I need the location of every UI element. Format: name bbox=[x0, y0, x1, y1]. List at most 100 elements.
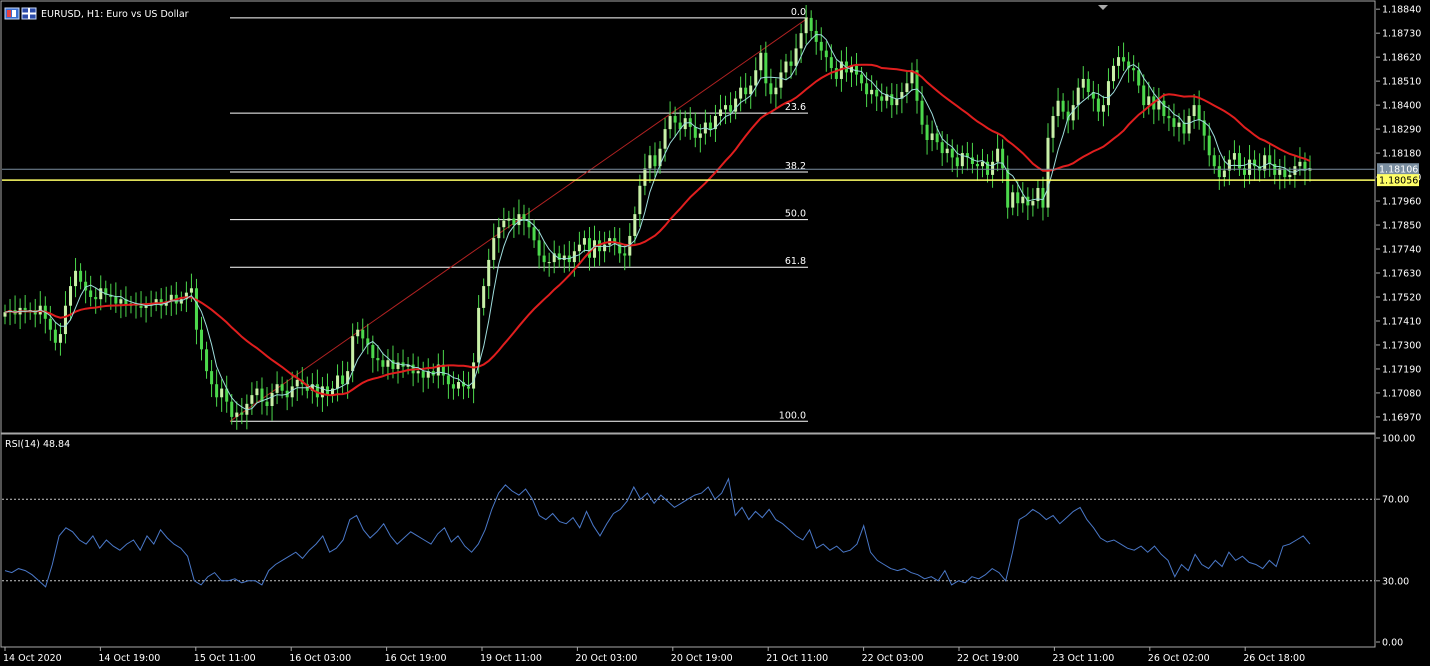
candle-body bbox=[829, 57, 833, 69]
candle-body bbox=[789, 61, 793, 66]
candle-body bbox=[668, 116, 672, 130]
candle-body bbox=[99, 288, 103, 300]
candle-body bbox=[991, 161, 995, 175]
chart-background bbox=[0, 0, 1430, 666]
candle-body bbox=[1298, 161, 1302, 167]
rsi-tick-label: 70.00 bbox=[1382, 495, 1409, 506]
candle-body bbox=[1182, 122, 1186, 134]
candle-body bbox=[980, 161, 985, 167]
time-tick-label: 21 Oct 11:00 bbox=[766, 653, 828, 664]
candle-body bbox=[794, 48, 798, 66]
candle-body bbox=[673, 116, 677, 123]
candle-body bbox=[341, 375, 345, 385]
candle-body bbox=[1187, 116, 1191, 134]
candle-body bbox=[386, 360, 390, 367]
fib-level-label: 38.2 bbox=[785, 161, 806, 172]
time-tick-label: 20 Oct 19:00 bbox=[671, 653, 733, 664]
candle-body bbox=[1167, 116, 1171, 119]
candle-body bbox=[905, 83, 909, 93]
candle-body bbox=[774, 87, 778, 95]
candle-body bbox=[663, 129, 667, 149]
candle-body bbox=[240, 412, 244, 415]
candle-body bbox=[89, 290, 93, 297]
candle-body bbox=[199, 329, 204, 350]
candle-body bbox=[497, 227, 501, 239]
price-tick-label: 1.17080 bbox=[1382, 388, 1421, 399]
candle-body bbox=[718, 109, 722, 117]
candle-body bbox=[1172, 118, 1176, 127]
fib-level-label: 50.0 bbox=[785, 209, 806, 220]
candle-body bbox=[638, 185, 642, 215]
candle-body bbox=[1207, 135, 1211, 156]
candle-body bbox=[235, 412, 239, 417]
candle-body bbox=[1162, 100, 1166, 117]
candle-body bbox=[744, 87, 748, 95]
candle-body bbox=[925, 124, 929, 141]
price-tick-label: 1.17740 bbox=[1382, 245, 1421, 256]
candle-body bbox=[648, 155, 652, 169]
candle-body bbox=[1147, 96, 1151, 106]
candle-body bbox=[58, 334, 62, 343]
candle-body bbox=[230, 401, 234, 417]
candle-body bbox=[729, 105, 733, 112]
candle-body bbox=[270, 392, 274, 407]
candle-body bbox=[1096, 98, 1100, 112]
time-tick-label: 20 Oct 03:00 bbox=[575, 653, 637, 664]
candle-body bbox=[1122, 57, 1126, 62]
price-tick-label: 1.18400 bbox=[1382, 101, 1421, 112]
candle-body bbox=[804, 17, 808, 34]
time-tick-label: 26 Oct 18:00 bbox=[1243, 653, 1305, 664]
candle-body bbox=[265, 401, 269, 407]
candle-body bbox=[68, 286, 73, 306]
rsi-tick-label: 100.00 bbox=[1382, 434, 1415, 445]
candle-body bbox=[724, 105, 728, 110]
candle-body bbox=[467, 386, 471, 389]
candle-body bbox=[371, 344, 375, 359]
candle-body bbox=[1232, 153, 1236, 160]
candle-body bbox=[94, 296, 98, 300]
candle-body bbox=[935, 133, 939, 143]
candle-body bbox=[587, 238, 591, 258]
candle-body bbox=[48, 318, 52, 330]
candle-body bbox=[759, 52, 763, 71]
candle-body bbox=[1021, 196, 1025, 204]
rsi-title: RSI(14) 48.84 bbox=[5, 439, 70, 450]
candle-body bbox=[860, 74, 864, 84]
time-tick-label: 16 Oct 03:00 bbox=[289, 653, 351, 664]
candle-body bbox=[577, 244, 581, 252]
candle-body bbox=[53, 329, 57, 343]
candle-body bbox=[351, 336, 355, 372]
candle-body bbox=[290, 386, 294, 398]
candle-body bbox=[809, 17, 813, 31]
candle-body bbox=[1081, 78, 1085, 88]
candle-body bbox=[1177, 122, 1181, 127]
chart-window-icon[interactable] bbox=[4, 7, 20, 20]
candle-body bbox=[1056, 100, 1060, 117]
price-tick-label: 1.18180 bbox=[1382, 149, 1421, 160]
candle-body bbox=[955, 157, 959, 167]
symbol-header: EURUSD, H1: Euro vs US Dollar bbox=[4, 7, 189, 20]
price-tick-label: 1.16970 bbox=[1382, 412, 1421, 423]
candle-body bbox=[880, 96, 884, 101]
candle-body bbox=[114, 296, 118, 304]
candle-body bbox=[210, 371, 214, 385]
price-tick-label: 1.17630 bbox=[1382, 269, 1421, 280]
candle-body bbox=[547, 262, 551, 264]
candle-body bbox=[819, 41, 823, 51]
candle-body bbox=[421, 371, 425, 378]
candle-body bbox=[1076, 87, 1080, 106]
candle-body bbox=[63, 305, 67, 335]
candle-body bbox=[532, 227, 536, 241]
candle-body bbox=[920, 100, 924, 125]
candle-body bbox=[492, 238, 496, 260]
candle-body bbox=[1137, 70, 1141, 86]
candle-body bbox=[512, 218, 516, 226]
price-tick-label: 1.17520 bbox=[1382, 292, 1421, 303]
candle-body bbox=[1046, 137, 1050, 208]
candle-body bbox=[754, 70, 758, 86]
candle-body bbox=[537, 240, 541, 256]
candle-body bbox=[890, 94, 894, 106]
candle-body bbox=[477, 307, 481, 363]
candle-body bbox=[582, 238, 586, 245]
price-tick-label: 1.18730 bbox=[1382, 29, 1421, 40]
